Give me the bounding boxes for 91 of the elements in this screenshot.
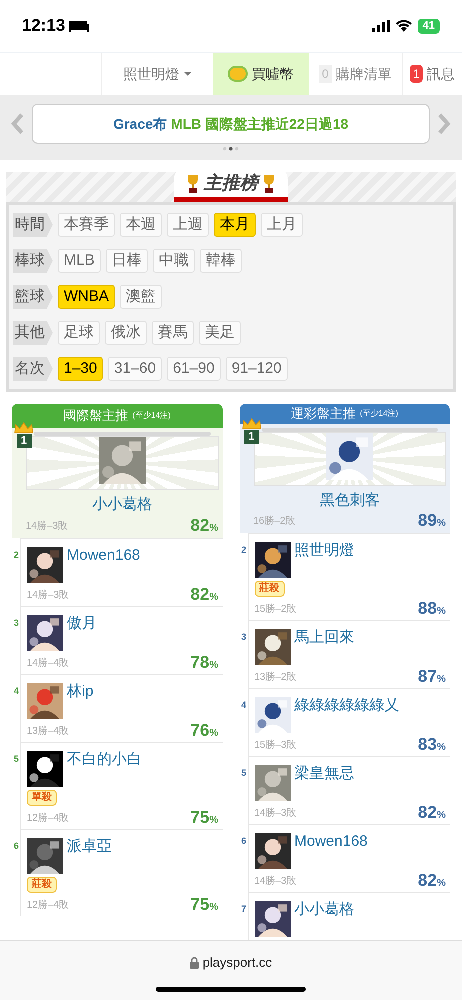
news-banner[interactable]: Grace布 MLB 國際盤主推近22日過18 bbox=[32, 104, 430, 144]
filter-option[interactable]: 31–60 bbox=[108, 357, 162, 381]
win-rate: 78% bbox=[190, 654, 218, 670]
wifi-icon bbox=[396, 20, 412, 32]
win-loss-record: 14勝–3敗 bbox=[27, 588, 70, 602]
win-loss-record: 12勝–4敗 bbox=[27, 812, 70, 826]
win-loss-record: 14勝–3敗 bbox=[26, 520, 68, 534]
player-name: 梁皇無忌 bbox=[294, 765, 354, 784]
crown-icon bbox=[242, 418, 262, 430]
filter-option[interactable]: 本賽季 bbox=[58, 213, 115, 237]
bed-icon bbox=[69, 20, 90, 32]
player-name: 馬上回來 bbox=[294, 629, 354, 648]
win-loss-record: 12勝–4敗 bbox=[27, 898, 70, 912]
filter-option[interactable]: 日棒 bbox=[106, 249, 148, 273]
banner-author: Grace布 bbox=[113, 114, 168, 134]
player-name: 傲月 bbox=[67, 614, 97, 634]
player-name: 不白的小白 bbox=[67, 750, 142, 770]
filter-option[interactable]: 賽馬 bbox=[152, 321, 194, 345]
column-title: 國際盤主推 bbox=[64, 407, 129, 426]
win-rate: 82% bbox=[190, 516, 218, 534]
filter-option[interactable]: 上月 bbox=[261, 213, 303, 237]
filter-option[interactable]: 本月 bbox=[214, 213, 256, 237]
win-loss-record: 14勝–3敗 bbox=[254, 806, 297, 821]
coin-icon bbox=[228, 66, 248, 82]
banner-headline: MLB 國際盤主推近22日過18 bbox=[171, 114, 349, 134]
win-rate: 89% bbox=[418, 512, 446, 529]
player-name: 照世明燈 bbox=[294, 542, 354, 561]
win-loss-record: 13勝–4敗 bbox=[27, 724, 70, 738]
filter-label: 棒球 bbox=[13, 249, 53, 273]
tag-label: 莊殺 bbox=[27, 876, 57, 892]
filter-option[interactable]: 本週 bbox=[120, 213, 162, 237]
caret-icon bbox=[184, 72, 192, 76]
filter-label: 籃球 bbox=[13, 285, 53, 309]
win-loss-record: 14勝–4敗 bbox=[27, 656, 70, 670]
win-rate: 82% bbox=[418, 872, 446, 889]
rank-number: 1 bbox=[16, 434, 32, 448]
player-name: 林ip bbox=[67, 682, 94, 702]
filter-option[interactable]: WNBA bbox=[58, 285, 115, 309]
win-rate: 76% bbox=[190, 722, 218, 738]
filter-label: 名次 bbox=[13, 357, 53, 381]
rank-number: 1 bbox=[244, 430, 259, 444]
url-text[interactable]: playsport.cc bbox=[202, 953, 272, 972]
player-name: 綠綠綠綠綠綠乂 bbox=[294, 697, 400, 716]
crown-icon bbox=[14, 422, 34, 434]
player-name: 小小葛格 bbox=[294, 901, 354, 920]
player-name: Mowen168 bbox=[67, 546, 140, 566]
filter-option[interactable]: 足球 bbox=[58, 321, 100, 345]
signal-icon bbox=[372, 20, 390, 32]
buy-coins-button[interactable]: 買噓幣 bbox=[213, 53, 309, 95]
filter-label: 其他 bbox=[13, 321, 53, 345]
win-loss-record: 15勝–2敗 bbox=[254, 602, 297, 617]
filter-option[interactable]: 61–90 bbox=[167, 357, 221, 381]
filter-option[interactable]: 91–120 bbox=[226, 357, 288, 381]
carousel-dots-icon bbox=[223, 147, 239, 151]
win-loss-record: 13勝–2敗 bbox=[254, 670, 297, 685]
player-name: 黑色刺客 bbox=[318, 490, 381, 510]
win-loss-record: 16勝–2敗 bbox=[254, 514, 296, 529]
lock-icon bbox=[190, 956, 199, 969]
filter-label: 時間 bbox=[13, 213, 53, 237]
filter-option[interactable]: 韓棒 bbox=[200, 249, 242, 273]
column-title: 運彩盤主推 bbox=[291, 405, 356, 423]
filter-option[interactable]: 俄冰 bbox=[105, 321, 147, 345]
message-count: 1 bbox=[410, 65, 423, 83]
player-name: Mowen168 bbox=[294, 833, 368, 852]
filter-option[interactable]: 美足 bbox=[199, 321, 241, 345]
filter-option[interactable]: MLB bbox=[58, 249, 101, 273]
win-rate: 75% bbox=[190, 808, 218, 826]
filter-option[interactable]: 澳籃 bbox=[120, 285, 162, 309]
player-name: 小小葛格 bbox=[91, 495, 154, 515]
win-loss-record: 14勝–3敗 bbox=[254, 874, 297, 889]
win-rate: 75% bbox=[190, 896, 218, 912]
player-name: 派卓亞 bbox=[67, 838, 112, 856]
column-note: (至少14注) bbox=[132, 410, 171, 422]
filter-option[interactable]: 中職 bbox=[152, 249, 195, 273]
trophy-icon bbox=[262, 174, 276, 194]
trophy-icon bbox=[186, 174, 200, 194]
tag-label: 單殺 bbox=[27, 790, 57, 806]
column-note: (至少14注) bbox=[360, 408, 398, 420]
win-rate: 88% bbox=[418, 600, 446, 617]
win-rate: 87% bbox=[418, 668, 446, 685]
win-rate: 83% bbox=[418, 736, 446, 753]
win-rate: 82% bbox=[418, 804, 446, 821]
tag-label: 莊殺 bbox=[254, 581, 284, 597]
battery-level: 41 bbox=[418, 18, 440, 34]
win-rate: 82% bbox=[190, 586, 218, 602]
next-icon[interactable] bbox=[436, 112, 452, 136]
win-loss-record: 15勝–3敗 bbox=[254, 738, 297, 753]
filter-option[interactable]: 1–30 bbox=[58, 357, 104, 381]
filter-option[interactable]: 上週 bbox=[167, 213, 209, 237]
previous-icon[interactable] bbox=[10, 112, 26, 136]
clock-time: 12:13 bbox=[22, 15, 66, 38]
